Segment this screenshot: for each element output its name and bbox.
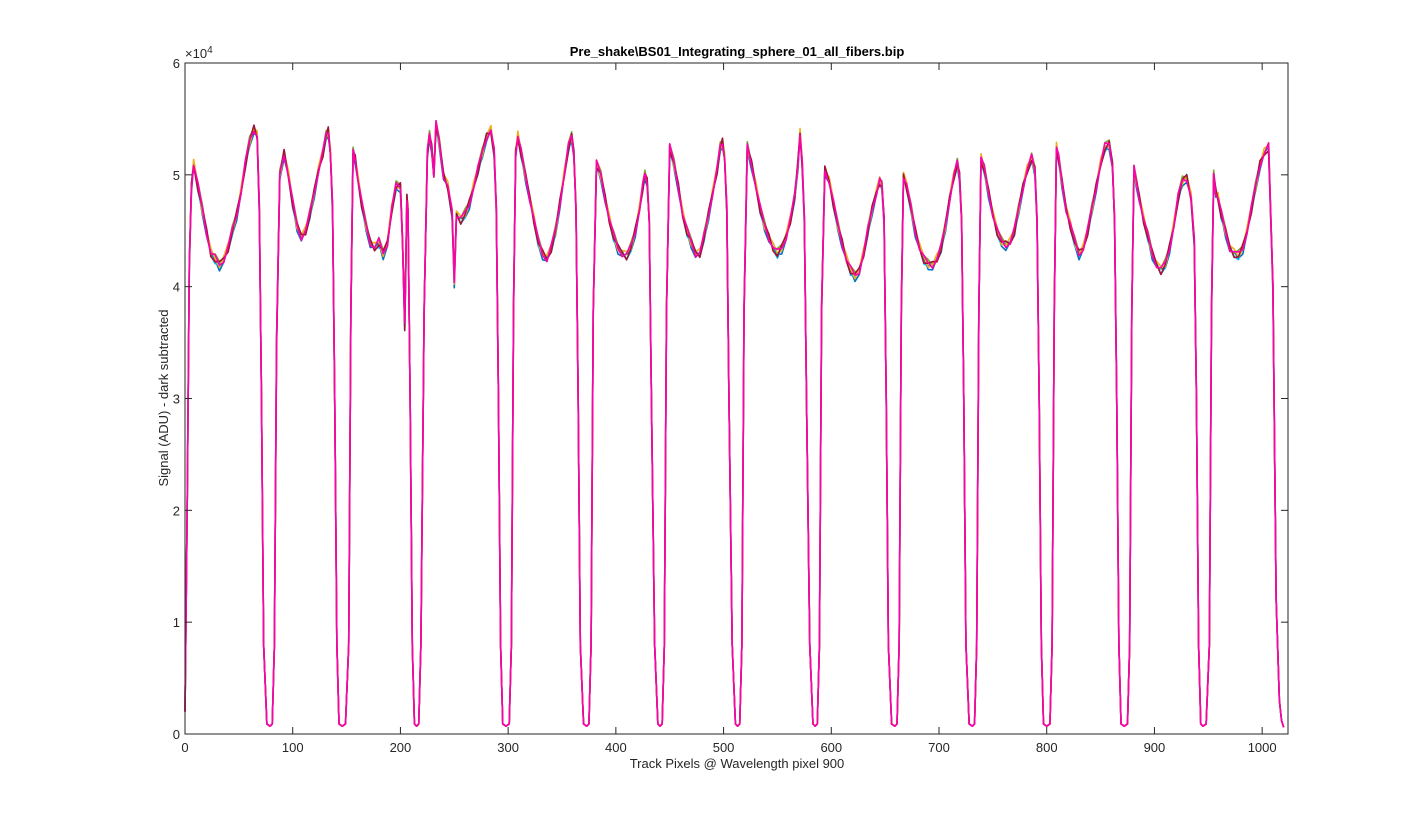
x-tick-label: 200 <box>390 740 412 755</box>
x-tick-label: 600 <box>820 740 842 755</box>
x-axis-label: Track Pixels @ Wavelength pixel 900 <box>630 756 845 771</box>
y-tick-label: 0 <box>173 727 180 742</box>
x-tick-label: 900 <box>1144 740 1166 755</box>
x-tick-label: 300 <box>497 740 519 755</box>
y-tick-label: 2 <box>173 503 180 518</box>
x-tick-label: 800 <box>1036 740 1058 755</box>
x-tick-label: 500 <box>713 740 735 755</box>
x-tick-label: 400 <box>605 740 627 755</box>
y-tick-label: 5 <box>173 168 180 183</box>
y-exponent-power: 4 <box>207 45 213 56</box>
chart-title: Pre_shake\BS01_Integrating_sphere_01_all… <box>570 44 905 59</box>
x-tick-label: 0 <box>181 740 188 755</box>
x-tick-label: 100 <box>282 740 304 755</box>
y-tick-label: 4 <box>173 280 180 295</box>
y-tick-label: 6 <box>173 56 180 71</box>
y-axis-label: Signal (ADU) - dark subtracted <box>156 309 171 486</box>
y-tick-label: 1 <box>173 615 180 630</box>
figure: 0 100 200 300 400 500 600 700 800 900 10000123456 … <box>0 0 1425 825</box>
x-tick-label: 1000 <box>1248 740 1277 755</box>
y-exponent-base: ×10 <box>185 46 207 61</box>
x-tick-label: 700 <box>928 740 950 755</box>
y-tick-label: 3 <box>173 392 180 407</box>
